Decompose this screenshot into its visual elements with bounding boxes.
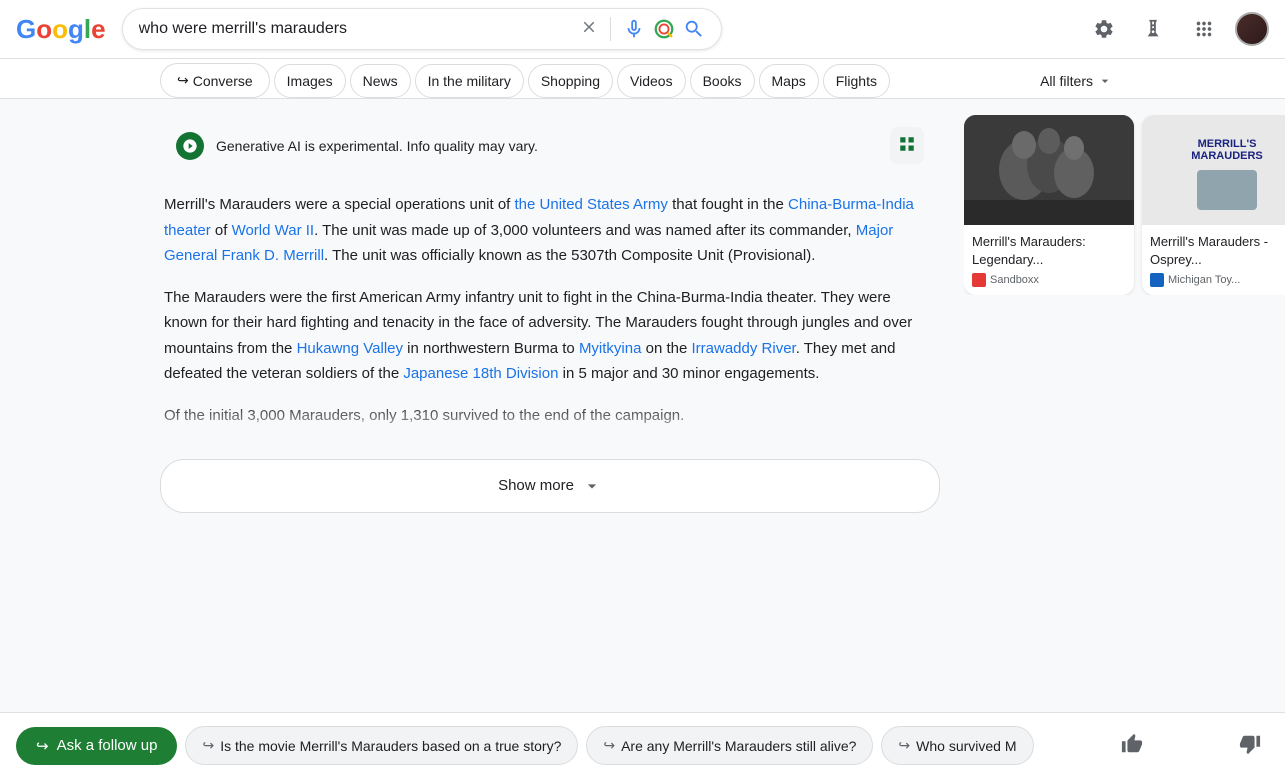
avatar[interactable] [1235,12,1269,46]
tab-converse[interactable]: ↪ Converse [160,63,270,98]
ai-icon [176,132,204,160]
tab-maps[interactable]: Maps [759,64,819,98]
link-myitkyina[interactable]: Myitkyina [579,340,642,357]
image-placeholder-1 [964,115,1134,225]
thumbs-up-button[interactable] [1113,725,1151,766]
ai-paragraph-3-fading: Of the initial 3,000 Marauders, only 1,3… [160,403,940,443]
image-placeholder-2: MERRILL'SMARAUDERS [1142,115,1285,225]
clear-button[interactable] [580,18,598,41]
image-card-2[interactable]: MERRILL'SMARAUDERS Merrill's Marauders -… [1142,115,1285,295]
search-input[interactable]: who were merrill's marauders [139,20,572,38]
ai-paragraph-1: Merrill's Marauders were a special opera… [160,192,940,269]
image-card-source-1: Sandboxx [972,273,1126,287]
tab-flights[interactable]: Flights [823,64,890,98]
image-card-title-2: Merrill's Marauders - Osprey... [1150,233,1285,269]
labs-button[interactable] [1135,10,1173,48]
suggestion-chip-2[interactable]: ↪ Are any Merrill's Marauders still aliv… [586,726,873,765]
chevron-down-icon [1097,73,1113,89]
card-text-2: MERRILL'SMARAUDERS [1183,130,1271,170]
image-card-1[interactable]: Merrill's Marauders: Legendary... Sandbo… [964,115,1134,295]
search-bar: who were merrill's marauders [122,8,722,50]
image-cards: Merrill's Marauders: Legendary... Sandbo… [964,115,1285,295]
header: Google who were merrill's marauders [0,0,1285,59]
ai-notice-text: Generative AI is experimental. Info qual… [216,138,538,154]
link-hukawng[interactable]: Hukawng Valley [297,340,403,357]
chip-2-arrow: ↪ [603,737,615,754]
suggestion-bar: ↪ Ask a follow up ↪ Is the movie Merrill… [0,712,1285,778]
link-irrawaddy[interactable]: Irrawaddy River [692,340,796,357]
tab-videos[interactable]: Videos [617,64,686,98]
link-us-army[interactable]: the United States Army [515,196,668,213]
tab-shopping[interactable]: Shopping [528,64,613,98]
source-icon-2 [1150,273,1164,287]
filter-bar: ↪ Converse Images News In the military S… [0,59,1285,99]
tab-shopping-label: Shopping [541,73,600,89]
tab-converse-label: Converse [193,73,253,89]
apps-button[interactable] [1185,10,1223,48]
source-name-1: Sandboxx [990,274,1039,286]
ai-header: Generative AI is experimental. Info qual… [160,115,940,176]
source-icon-1 [972,273,986,287]
image-card-body-1: Merrill's Marauders: Legendary... Sandbo… [964,225,1134,295]
converse-arrow-icon: ↪ [177,72,189,89]
tab-books[interactable]: Books [690,64,755,98]
link-japanese-18th[interactable]: Japanese 18th Division [403,365,558,382]
ask-followup-button[interactable]: ↪ Ask a follow up [16,727,177,765]
suggestion-chip-3[interactable]: ↪ Who survived M [881,726,1033,765]
header-icons [1085,10,1269,48]
tab-videos-label: Videos [630,73,673,89]
followup-arrow-icon: ↪ [36,737,49,755]
chip-2-label: Are any Merrill's Marauders still alive? [621,738,856,754]
chip-1-arrow: ↪ [202,737,214,754]
all-filters-label: All filters [1040,73,1093,89]
lens-search-button[interactable] [653,18,675,40]
grid-view-button[interactable] [890,127,924,164]
chip-1-label: Is the movie Merrill's Marauders based o… [220,738,561,754]
all-filters-button[interactable]: All filters [1028,65,1125,97]
ai-paragraph-2: The Marauders were the first American Ar… [160,285,940,387]
card-image-2 [1197,170,1257,210]
show-more-button[interactable]: Show more [160,459,940,513]
chip-3-label: Who survived M [916,738,1016,754]
divider [610,17,611,41]
tab-maps-label: Maps [772,73,806,89]
images-wrapper: Merrill's Marauders: Legendary... Sandbo… [964,115,1285,295]
tab-images[interactable]: Images [274,64,346,98]
ai-paragraph-3: Of the initial 3,000 Marauders, only 1,3… [160,403,940,429]
tab-military-label: In the military [428,73,511,89]
images-panel: Merrill's Marauders: Legendary... Sandbo… [964,115,1285,757]
chip-3-arrow: ↪ [898,737,910,754]
search-button[interactable] [683,18,705,40]
link-wwii[interactable]: World War II [232,222,315,239]
source-name-2: Michigan Toy... [1168,274,1240,286]
tab-books-label: Books [703,73,742,89]
tab-images-label: Images [287,73,333,89]
tab-military[interactable]: In the military [415,64,524,98]
tab-flights-label: Flights [836,73,877,89]
show-more-label: Show more [498,477,574,494]
chevron-down-show-icon [582,476,602,496]
suggestion-chip-1[interactable]: ↪ Is the movie Merrill's Marauders based… [185,726,578,765]
ask-followup-label: Ask a follow up [57,737,158,754]
main-content: Generative AI is experimental. Info qual… [0,99,1285,757]
google-logo[interactable]: Google [16,14,106,45]
tab-news[interactable]: News [350,64,411,98]
thumbs-down-button[interactable] [1231,725,1269,766]
image-card-source-2: Michigan Toy... [1150,273,1285,287]
tab-news-label: News [363,73,398,89]
settings-button[interactable] [1085,10,1123,48]
ai-panel: Generative AI is experimental. Info qual… [160,115,940,757]
image-card-body-2: Merrill's Marauders - Osprey... Michigan… [1142,225,1285,295]
voice-search-button[interactable] [623,18,645,40]
image-card-title-1: Merrill's Marauders: Legendary... [972,233,1126,269]
